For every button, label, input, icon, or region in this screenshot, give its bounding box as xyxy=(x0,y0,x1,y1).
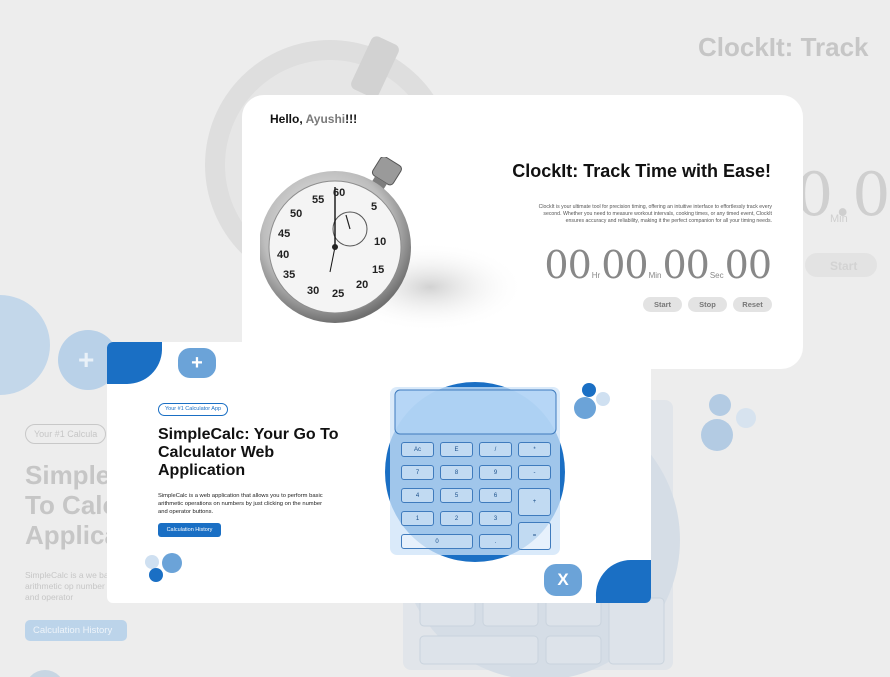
key-6[interactable]: 6 xyxy=(479,488,512,503)
greeting-prefix: Hello, xyxy=(270,112,306,126)
key-4[interactable]: 4 xyxy=(401,488,434,503)
key-decimal[interactable]: . xyxy=(479,534,512,549)
calculation-history-button[interactable]: Calculation History xyxy=(158,523,221,537)
key-equals[interactable]: = xyxy=(518,522,551,550)
stop-button[interactable]: Stop xyxy=(688,297,727,312)
key-8[interactable]: 8 xyxy=(440,465,473,480)
dial-number-60: 60 xyxy=(333,187,345,199)
key-erase[interactable]: E xyxy=(440,442,473,457)
key-divide[interactable]: / xyxy=(479,442,512,457)
key-0[interactable]: 0 xyxy=(401,534,473,549)
close-icon: X xyxy=(557,570,569,589)
timer-hours: 00 xyxy=(544,243,591,287)
dial-number-30: 30 xyxy=(307,285,319,297)
dial-number-50: 50 xyxy=(290,208,302,220)
corner-blob-bottom-right xyxy=(595,559,651,603)
background-min-unit: Min xyxy=(830,213,848,225)
decor-dot xyxy=(162,553,182,573)
decor-dot xyxy=(145,555,159,569)
background-title-line-2: To Calc xyxy=(25,490,117,520)
timer-display: 00 Hr 00 Min 00 Sec 00 xyxy=(544,243,772,287)
close-button[interactable]: X xyxy=(544,564,582,596)
background-title-line-1: Simple xyxy=(25,460,111,490)
key-7[interactable]: 7 xyxy=(401,465,434,480)
dial-number-35: 35 xyxy=(283,269,295,281)
timer-minutes: 00 xyxy=(601,243,648,287)
background-desc: SimpleCalc is a we basic arithmetic op n… xyxy=(25,570,120,602)
background-blob xyxy=(0,295,50,395)
background-plus: + xyxy=(78,344,95,375)
greeting: Hello, Ayushi!!! xyxy=(270,112,357,126)
decor-dot xyxy=(582,383,596,397)
timer-minutes-unit: Min xyxy=(648,271,662,280)
reset-button[interactable]: Reset xyxy=(733,297,772,312)
timer-controls: Start Stop Reset xyxy=(643,297,772,312)
plus-button[interactable]: + xyxy=(178,348,216,378)
key-1[interactable]: 1 xyxy=(401,511,434,526)
key-9[interactable]: 9 xyxy=(479,465,512,480)
stopwatch-image: 60 5 10 15 20 25 30 35 40 45 50 55 xyxy=(260,157,520,332)
simplecalc-title: SimpleCalc: Your Go To Calculator Web Ap… xyxy=(158,426,339,479)
background-title: ClockIt: Track xyxy=(698,32,869,62)
key-3[interactable]: 3 xyxy=(479,511,512,526)
dial-number-20: 20 xyxy=(356,279,368,291)
simplecalc-card: + Ac E / * 7 8 9 - 4 5 6 + 1 2 3 = 0 . X… xyxy=(107,342,651,603)
clockit-description: ClockIt is your ultimate tool for precis… xyxy=(538,204,772,224)
key-multiply[interactable]: * xyxy=(518,442,551,457)
dial-number-25: 25 xyxy=(332,288,344,300)
timer-seconds: 00 xyxy=(662,243,709,287)
dial-number-5: 5 xyxy=(371,201,377,213)
dial-number-40: 40 xyxy=(277,249,289,261)
clockit-title: ClockIt: Track Time with Ease! xyxy=(512,161,771,181)
app-badge: Your #1 Calculator App xyxy=(158,403,229,416)
key-clear[interactable]: Ac xyxy=(401,442,434,457)
background-badge: Your #1 Calcula xyxy=(25,424,107,444)
dial-number-10: 10 xyxy=(374,236,386,248)
key-2[interactable]: 2 xyxy=(440,511,473,526)
key-plus[interactable]: + xyxy=(518,488,551,516)
dial-number-45: 45 xyxy=(278,228,290,240)
key-5[interactable]: 5 xyxy=(440,488,473,503)
background-history-button: Calculation History xyxy=(33,625,113,636)
timer-fraction: 00 xyxy=(724,243,772,287)
dial-number-15: 15 xyxy=(372,264,384,276)
decor-dot xyxy=(596,392,610,406)
decor-dot xyxy=(149,568,163,582)
timer-hours-unit: Hr xyxy=(591,271,601,280)
user-name: Ayushi xyxy=(305,112,346,126)
key-minus[interactable]: - xyxy=(518,465,551,480)
clockit-card: Hello, Ayushi!!! 60 5 10 15 20 25 30 35 … xyxy=(242,95,803,369)
background-title-line-3: Applica xyxy=(25,520,119,550)
start-button[interactable]: Start xyxy=(643,297,682,312)
timer-seconds-unit: Sec xyxy=(709,271,724,280)
greeting-suffix: !!! xyxy=(345,112,358,126)
calculator-screen xyxy=(394,389,557,435)
background-start: Start xyxy=(830,259,858,273)
simplecalc-description: SimpleCalc is a web application that all… xyxy=(158,493,323,515)
decor-dot xyxy=(574,397,596,419)
dial-number-55: 55 xyxy=(312,194,324,206)
corner-blob-top-left xyxy=(107,342,162,384)
plus-icon: + xyxy=(191,351,203,374)
